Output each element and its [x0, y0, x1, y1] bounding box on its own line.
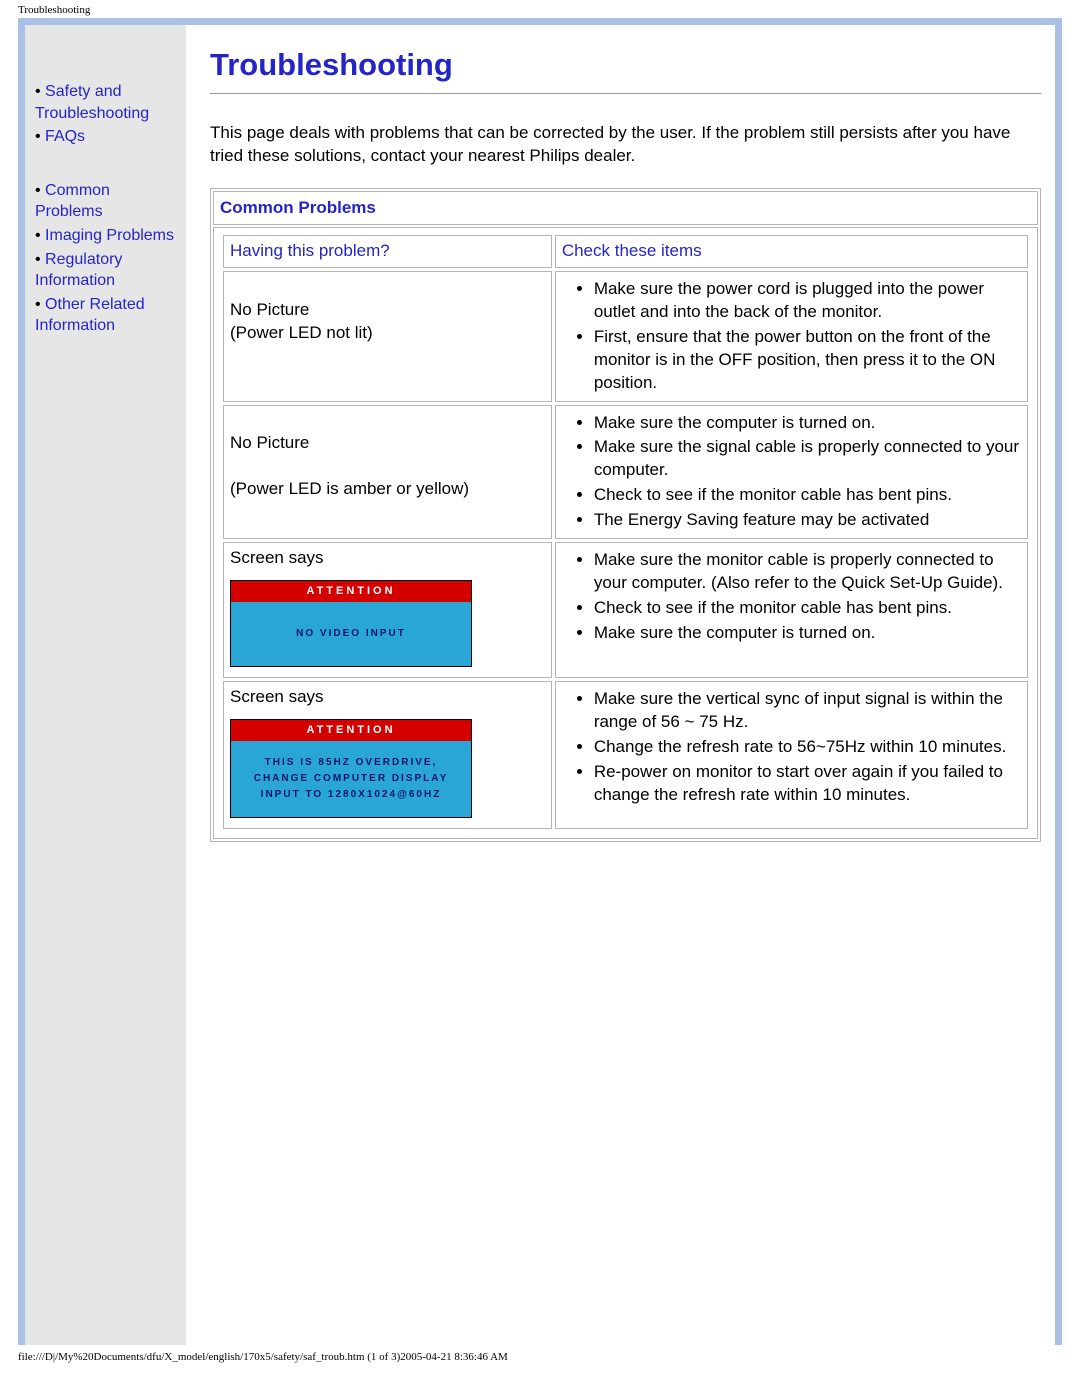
check-cell: Make sure the power cord is plugged into…	[555, 271, 1028, 402]
osd-screenshot: ATTENTION NO VIDEO INPUT	[230, 580, 472, 667]
check-item: Change the refresh rate to 56~75Hz withi…	[594, 736, 1021, 759]
check-cell: Make sure the computer is turned on. Mak…	[555, 405, 1028, 540]
page-title: Troubleshooting	[210, 47, 1041, 83]
column-header-check: Check these items	[555, 235, 1028, 268]
link-safety[interactable]: Safety and Troubleshooting	[35, 83, 149, 122]
browser-title-bar: Troubleshooting	[0, 0, 1080, 18]
check-item: Make sure the power cord is plugged into…	[594, 278, 1021, 324]
sidebar-item-imaging[interactable]: • Imaging Problems	[35, 225, 180, 247]
osd-body: NO VIDEO INPUT	[231, 602, 471, 666]
horizontal-rule	[210, 93, 1041, 94]
check-item: Check to see if the monitor cable has be…	[594, 484, 1021, 507]
section-heading-common-problems: Common Problems	[213, 191, 1038, 225]
problem-cell: No Picture (Power LED not lit)	[223, 271, 552, 402]
problem-cell: Screen says ATTENTION THIS IS 85HZ OVERD…	[223, 681, 552, 829]
check-item: Make sure the monitor cable is properly …	[594, 549, 1021, 595]
footer-path: file:///D|/My%20Documents/dfu/X_model/en…	[0, 1345, 1080, 1369]
check-item: Make sure the vertical sync of input sig…	[594, 688, 1021, 734]
page-frame: • Safety and Troubleshooting • FAQs • Co…	[18, 18, 1062, 1345]
link-faqs[interactable]: FAQs	[45, 128, 85, 145]
check-cell: Make sure the monitor cable is properly …	[555, 542, 1028, 678]
problem-text: No Picture	[230, 300, 309, 319]
problem-text: (Power LED is amber or yellow)	[230, 479, 469, 498]
problems-table: Having this problem? Check these items N…	[220, 232, 1031, 832]
sidebar-item-faqs[interactable]: • FAQs	[35, 126, 180, 148]
check-item: Make sure the computer is turned on.	[594, 412, 1021, 435]
check-item: First, ensure that the power button on t…	[594, 326, 1021, 395]
link-common-problems[interactable]: Common Problems	[35, 182, 110, 221]
osd-title: ATTENTION	[231, 720, 471, 741]
problem-cell: No Picture (Power LED is amber or yellow…	[223, 405, 552, 540]
sidebar-item-common[interactable]: • Common Problems	[35, 180, 180, 223]
problem-text: No Picture	[230, 433, 309, 452]
table-row: Screen says ATTENTION NO VIDEO INPUT Mak…	[223, 542, 1028, 678]
screen-says-label: Screen says	[230, 547, 545, 570]
intro-paragraph: This page deals with problems that can b…	[210, 122, 1041, 168]
osd-body: THIS IS 85HZ OVERDRIVE, CHANGE COMPUTER …	[231, 741, 471, 817]
link-imaging-problems[interactable]: Imaging Problems	[45, 227, 174, 244]
check-item: Make sure the signal cable is properly c…	[594, 436, 1021, 482]
osd-title: ATTENTION	[231, 581, 471, 602]
problem-text: (Power LED not lit)	[230, 323, 373, 342]
osd-screenshot: ATTENTION THIS IS 85HZ OVERDRIVE, CHANGE…	[230, 719, 472, 818]
check-item: Re-power on monitor to start over again …	[594, 761, 1021, 807]
check-item: The Energy Saving feature may be activat…	[594, 509, 1021, 532]
sidebar-item-safety[interactable]: • Safety and Troubleshooting	[35, 81, 180, 124]
check-item: Check to see if the monitor cable has be…	[594, 597, 1021, 620]
problems-table-outer: Common Problems Having this problem? Che…	[210, 188, 1041, 842]
check-item: Make sure the computer is turned on.	[594, 622, 1021, 645]
main-content: Troubleshooting This page deals with pro…	[186, 25, 1055, 1345]
osd-line: CHANGE COMPUTER DISPLAY	[254, 773, 449, 784]
screen-says-label: Screen says	[230, 686, 545, 709]
table-row: Screen says ATTENTION THIS IS 85HZ OVERD…	[223, 681, 1028, 829]
link-other-related[interactable]: Other Related Information	[35, 296, 145, 335]
check-cell: Make sure the vertical sync of input sig…	[555, 681, 1028, 829]
problem-cell: Screen says ATTENTION NO VIDEO INPUT	[223, 542, 552, 678]
osd-line: INPUT TO 1280X1024@60HZ	[261, 789, 442, 800]
table-row: No Picture (Power LED not lit) Make sure…	[223, 271, 1028, 402]
sidebar-item-other[interactable]: • Other Related Information	[35, 294, 180, 337]
sidebar-item-regulatory[interactable]: • Regulatory Information	[35, 249, 180, 292]
column-header-problem: Having this problem?	[223, 235, 552, 268]
link-regulatory[interactable]: Regulatory Information	[35, 251, 122, 290]
sidebar: • Safety and Troubleshooting • FAQs • Co…	[25, 25, 186, 1345]
osd-line: THIS IS 85HZ OVERDRIVE,	[265, 757, 438, 768]
table-row: No Picture (Power LED is amber or yellow…	[223, 405, 1028, 540]
